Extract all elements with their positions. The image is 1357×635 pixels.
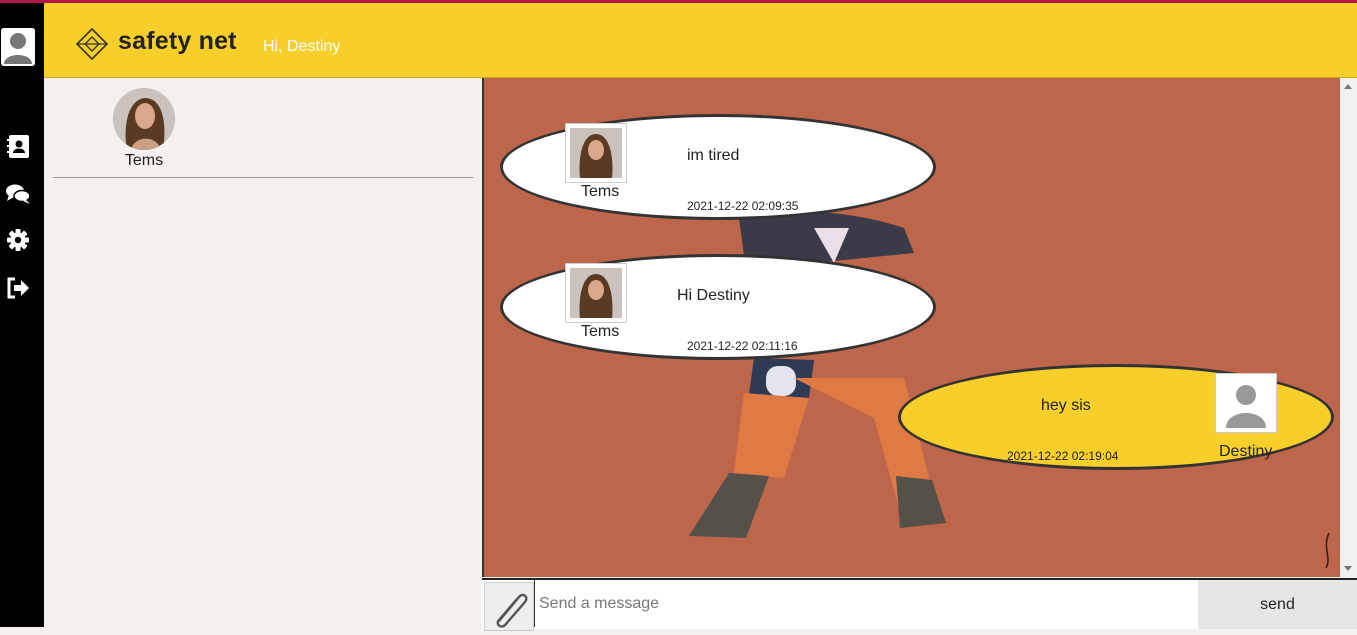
message-timestamp: 2021-12-22 02:09:35 xyxy=(687,199,799,213)
sidebar xyxy=(0,3,44,627)
logout-icon[interactable] xyxy=(5,275,31,301)
contacts-icon[interactable] xyxy=(5,133,31,159)
sender-avatar xyxy=(1215,373,1277,433)
greeting-text: Hi, Destiny xyxy=(263,38,341,55)
chat-window: Tems im tired 2021-12-22 02:09:35 Tems H… xyxy=(482,78,1342,577)
sender-avatar xyxy=(565,263,627,323)
user-avatar[interactable] xyxy=(1,28,35,66)
chat-icon[interactable] xyxy=(5,181,31,207)
contact-avatar xyxy=(113,88,175,150)
contact-item[interactable]: Tems xyxy=(104,88,184,170)
scroll-down-icon[interactable] xyxy=(1344,566,1352,571)
scroll-up-icon[interactable] xyxy=(1344,84,1352,89)
sender-avatar xyxy=(565,123,627,183)
attach-button[interactable] xyxy=(484,582,534,631)
message-composer: send xyxy=(482,578,1357,631)
paperclip-icon xyxy=(496,593,528,628)
logo-icon xyxy=(75,27,109,61)
message-text: Hi Destiny xyxy=(677,287,750,304)
message-bubble-incoming: Tems im tired 2021-12-22 02:09:35 xyxy=(500,114,936,220)
sender-name: Destiny xyxy=(1219,443,1273,460)
message-text: hey sis xyxy=(1041,397,1091,414)
brand-name: safety net xyxy=(118,27,237,55)
message-text: im tired xyxy=(687,147,740,164)
message-timestamp: 2021-12-22 02:11:16 xyxy=(687,339,798,353)
message-bubble-incoming: Tems Hi Destiny 2021-12-22 02:11:16 xyxy=(500,254,936,360)
sender-name: Tems xyxy=(581,323,620,340)
contacts-panel: Tems xyxy=(44,78,482,627)
sender-name: Tems xyxy=(581,183,620,200)
message-bubble-outgoing: Destiny hey sis 2021-12-22 02:19:04 xyxy=(898,364,1334,470)
gear-icon[interactable] xyxy=(5,227,31,253)
message-input[interactable] xyxy=(534,580,1200,627)
send-button[interactable]: send xyxy=(1198,580,1357,629)
contact-name: Tems xyxy=(124,152,164,169)
contact-divider xyxy=(53,177,473,178)
chat-scrollbar[interactable] xyxy=(1340,78,1357,577)
app-header: safety net Hi, Destiny xyxy=(44,3,1357,78)
message-timestamp: 2021-12-22 02:19:04 xyxy=(1007,449,1119,463)
